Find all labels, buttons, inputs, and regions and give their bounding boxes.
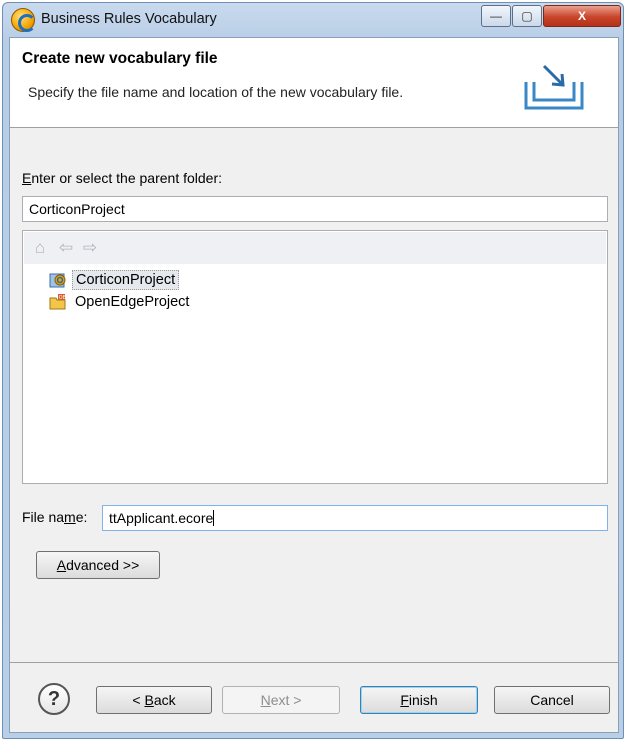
wizard-description: Specify the file name and location of th… [28, 84, 404, 100]
finish-mnemonic: F [400, 692, 409, 708]
advanced-mnemonic: A [56, 557, 67, 573]
cancel-button[interactable]: Cancel [494, 686, 610, 714]
maximize-button[interactable]: ▢ [512, 5, 542, 27]
back-mnemonic: B [144, 692, 154, 708]
parent-folder-input[interactable]: CorticonProject [22, 196, 608, 222]
corticon-project-icon [49, 273, 66, 288]
tree-item-label: CorticonProject [72, 270, 180, 290]
next-label: ext > [270, 692, 302, 708]
next-button[interactable]: Next > [222, 686, 340, 714]
help-button[interactable]: ? [38, 683, 70, 715]
folder-tree[interactable]: ⌂ ⇦ ⇨ CorticonProject OE OpenEdgeProject [22, 230, 608, 484]
back-button[interactable]: < Back [96, 686, 212, 714]
title-bar[interactable]: Business Rules Vocabulary — ▢ X [3, 3, 623, 37]
back-arrow-icon[interactable]: ⇦ [56, 238, 76, 258]
advanced-button[interactable]: Advanced >> [36, 551, 160, 579]
tree-item-corticonproject[interactable]: CorticonProject [49, 269, 180, 291]
forward-arrow-icon[interactable]: ⇨ [80, 238, 100, 258]
window-title: Business Rules Vocabulary [41, 11, 217, 27]
advanced-label: dvanced >> [66, 557, 140, 573]
footer-separator [10, 662, 618, 663]
wizard-banner: Create new vocabulary file Specify the f… [10, 38, 618, 128]
tree-item-label: OpenEdgeProject [75, 294, 190, 310]
finish-button[interactable]: Finish [360, 686, 478, 714]
dialog-client-area: Create new vocabulary file Specify the f… [9, 37, 619, 733]
parent-folder-label-mnemonic: E [22, 170, 32, 186]
close-button[interactable]: X [543, 5, 621, 27]
svg-text:OE: OE [59, 295, 66, 301]
file-name-label-pre: File na [22, 509, 65, 525]
file-name-label-mnemonic: m [64, 509, 76, 525]
next-mnemonic: N [260, 692, 271, 708]
file-name-value: ttApplicant.ecore [109, 510, 214, 526]
openedge-project-icon: OE [49, 294, 66, 310]
wizard-title: Create new vocabulary file [22, 50, 218, 67]
minimize-button[interactable]: — [481, 5, 511, 27]
corticon-app-icon [11, 8, 36, 32]
finish-label: inish [408, 692, 438, 708]
file-name-label: File name: [22, 509, 87, 525]
dialog-window: Business Rules Vocabulary — ▢ X Create n… [2, 2, 624, 739]
tree-item-openedgeproject[interactable]: OE OpenEdgeProject [49, 291, 192, 313]
back-label-pre: < [132, 692, 145, 708]
parent-folder-label: Enter or select the parent folder: [22, 170, 222, 186]
parent-folder-label-text: nter or select the parent folder: [31, 170, 223, 186]
text-cursor [213, 510, 215, 526]
home-icon[interactable]: ⌂ [30, 238, 50, 258]
file-name-label-post: e: [75, 509, 88, 525]
file-name-input[interactable]: ttApplicant.ecore [102, 505, 608, 531]
tree-toolbar: ⌂ ⇦ ⇨ [24, 232, 606, 264]
new-file-wizard-icon [524, 64, 584, 110]
back-label: ack [153, 692, 176, 708]
